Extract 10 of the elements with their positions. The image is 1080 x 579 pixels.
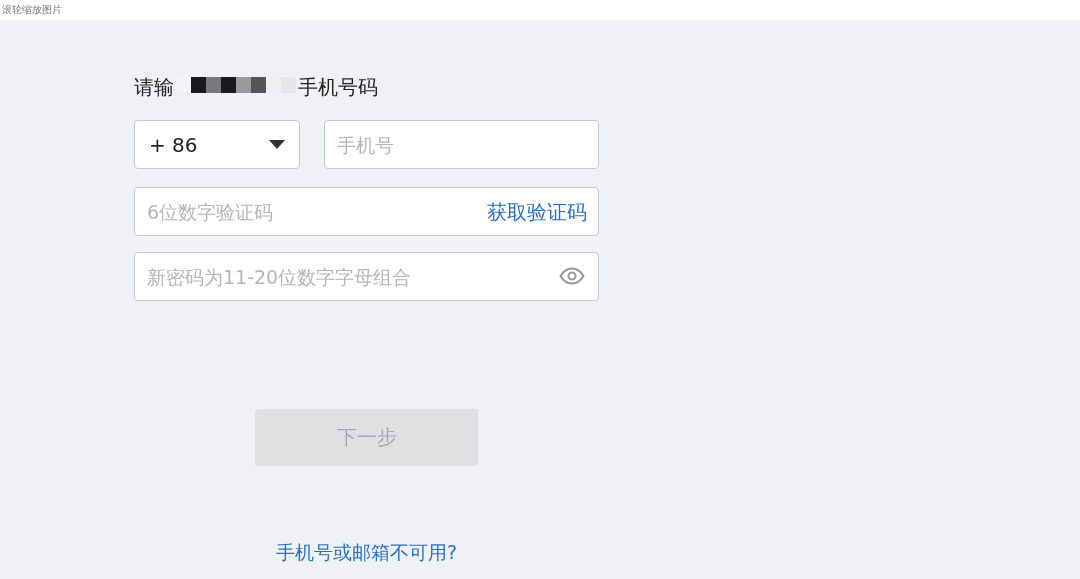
phone-input[interactable]: 手机号 (324, 120, 599, 169)
country-code-dropdown[interactable]: + 86 (134, 120, 300, 169)
help-link[interactable]: 手机号或邮箱不可用? (275, 540, 458, 566)
password-input[interactable]: 新密码为11-20位数字字母组合 (134, 252, 599, 301)
page-title: 手机号码 (298, 73, 378, 101)
zoom-hint: 滚轮缩放图片 (1, 3, 62, 17)
get-code-link[interactable]: 获取验证码 (487, 199, 587, 226)
caret-icon (269, 140, 285, 149)
eye-icon[interactable] (559, 267, 585, 285)
page-title: 请输 (134, 73, 174, 101)
